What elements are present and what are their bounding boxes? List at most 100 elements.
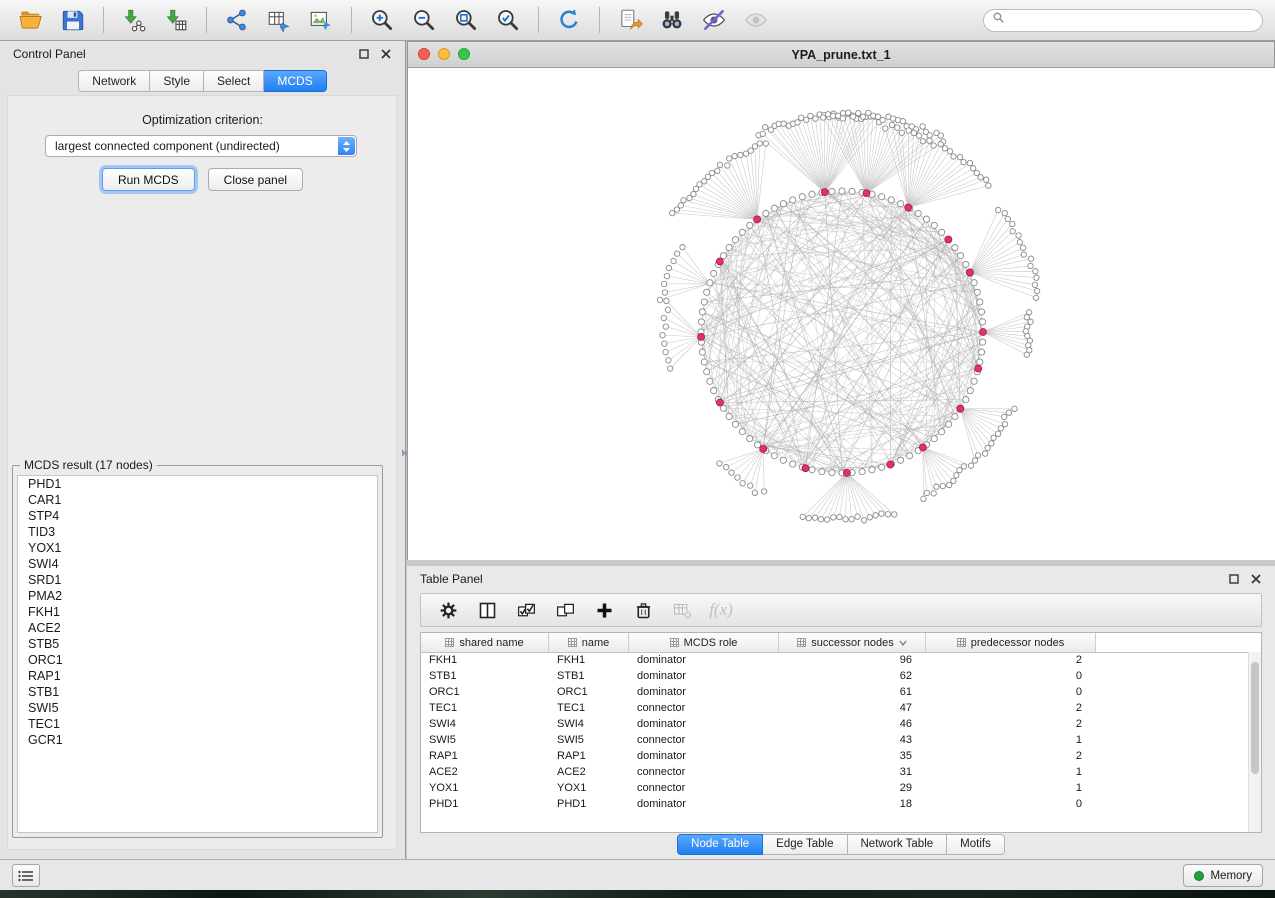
mcds-result-item[interactable]: STB5 <box>18 636 377 652</box>
table-scrollbar-thumb[interactable] <box>1251 662 1259 774</box>
table-row[interactable]: FKH1FKH1dominator962 <box>421 652 1248 668</box>
cell-predecessor-nodes: 1 <box>926 734 1096 746</box>
column-header-successor-nodes[interactable]: successor nodes <box>779 633 926 652</box>
column-label: MCDS role <box>684 637 738 649</box>
mcds-result-item[interactable]: TID3 <box>18 524 377 540</box>
import-table-icon[interactable] <box>157 4 195 36</box>
cell-mcds-role: dominator <box>629 798 779 810</box>
mcds-result-item[interactable]: SRD1 <box>18 572 377 588</box>
column-header-name[interactable]: name <box>549 633 629 652</box>
columns-icon[interactable] <box>472 596 502 624</box>
tab-motifs[interactable]: Motifs <box>947 834 1005 855</box>
find-binoculars-icon[interactable] <box>653 4 691 36</box>
tab-network[interactable]: Network <box>78 70 150 92</box>
cell-name: SWI4 <box>549 718 629 730</box>
table-row[interactable]: TEC1TEC1connector472 <box>421 700 1248 716</box>
cell-name: SWI5 <box>549 734 629 746</box>
search-input[interactable] <box>1010 12 1254 28</box>
table-row[interactable]: PHD1PHD1dominator180 <box>421 796 1248 812</box>
table-row[interactable]: STB1STB1dominator620 <box>421 668 1248 684</box>
refresh-icon[interactable] <box>550 4 588 36</box>
mcds-result-item[interactable]: STB1 <box>18 684 377 700</box>
mcds-result-item[interactable]: FKH1 <box>18 604 377 620</box>
table-row[interactable]: YOX1YOX1connector291 <box>421 780 1248 796</box>
hide-unselected-icon[interactable] <box>695 4 733 36</box>
optimization-dropdown[interactable]: largest connected component (undirected) <box>45 135 357 157</box>
close-table-panel-icon[interactable] <box>1250 573 1262 585</box>
mcds-result-item[interactable]: CAR1 <box>18 492 377 508</box>
import-network-icon[interactable] <box>115 4 153 36</box>
cell-predecessor-nodes: 2 <box>926 718 1096 730</box>
control-panel: Control Panel NetworkStyleSelectMCDS Opt… <box>0 41 406 860</box>
tab-style[interactable]: Style <box>150 70 204 92</box>
cell-mcds-role: connector <box>629 766 779 778</box>
minimize-window-button[interactable] <box>438 48 450 60</box>
mcds-result-item[interactable]: SWI4 <box>18 556 377 572</box>
mcds-result-item[interactable]: TEC1 <box>18 716 377 732</box>
float-table-panel-icon[interactable] <box>1228 573 1240 585</box>
cell-shared-name: YOX1 <box>421 782 549 794</box>
toolbar-icon-group <box>12 4 775 36</box>
zoom-in-icon[interactable] <box>363 4 401 36</box>
mcds-result-item[interactable]: STP4 <box>18 508 377 524</box>
zoom-window-button[interactable] <box>458 48 470 60</box>
tab-network-table[interactable]: Network Table <box>848 834 948 855</box>
panel-splitter-handle[interactable] <box>400 444 410 464</box>
cell-shared-name: RAP1 <box>421 750 549 762</box>
mcds-result-item[interactable]: SWI5 <box>18 700 377 716</box>
zoom-out-icon[interactable] <box>405 4 443 36</box>
deselect-all-icon[interactable] <box>550 596 580 624</box>
run-mcds-button[interactable]: Run MCDS <box>102 168 195 191</box>
export-image-icon[interactable] <box>302 4 340 36</box>
tab-edge-table[interactable]: Edge Table <box>763 834 847 855</box>
cell-successor-nodes: 47 <box>779 702 926 714</box>
zoom-selected-icon[interactable] <box>489 4 527 36</box>
application-window: Control Panel NetworkStyleSelectMCDS Opt… <box>0 0 1275 898</box>
delete-row-icon[interactable] <box>628 596 658 624</box>
tab-node-table[interactable]: Node Table <box>677 834 763 855</box>
table-row[interactable]: ACE2ACE2connector311 <box>421 764 1248 780</box>
export-table-icon[interactable] <box>260 4 298 36</box>
table-header-row: shared namename MCDS role successor nodesp… <box>421 633 1261 653</box>
column-header-mcds-role[interactable]: MCDS role <box>629 633 779 652</box>
tab-select[interactable]: Select <box>204 70 264 92</box>
mcds-result-item[interactable]: ORC1 <box>18 652 377 668</box>
mcds-result-item[interactable]: PHD1 <box>18 476 377 492</box>
tab-mcds[interactable]: MCDS <box>264 70 326 92</box>
open-file-icon[interactable] <box>12 4 50 36</box>
table-row[interactable]: SWI5SWI5connector431 <box>421 732 1248 748</box>
mcds-result-item[interactable]: YOX1 <box>18 540 377 556</box>
table-row[interactable]: SWI4SWI4dominator462 <box>421 716 1248 732</box>
select-all-icon[interactable] <box>511 596 541 624</box>
mcds-result-item[interactable]: GCR1 <box>18 732 377 748</box>
mcds-result-item[interactable]: ACE2 <box>18 620 377 636</box>
cell-predecessor-nodes: 2 <box>926 702 1096 714</box>
table-scrollbar[interactable] <box>1248 652 1261 832</box>
cell-successor-nodes: 29 <box>779 782 926 794</box>
close-panel-icon[interactable] <box>380 48 392 60</box>
mcds-result-group: MCDS result (17 nodes) PHD1CAR1STP4TID3Y… <box>12 465 383 838</box>
close-window-button[interactable] <box>418 48 430 60</box>
memory-button[interactable]: Memory <box>1183 864 1263 887</box>
mcds-result-item[interactable]: RAP1 <box>18 668 377 684</box>
cell-shared-name: STB1 <box>421 670 549 682</box>
column-header-predecessor-nodes[interactable]: predecessor nodes <box>926 633 1096 652</box>
search-box[interactable] <box>983 9 1263 32</box>
save-session-icon[interactable] <box>54 4 92 36</box>
export-network-icon[interactable] <box>218 4 256 36</box>
float-panel-icon[interactable] <box>358 48 370 60</box>
table-row[interactable]: RAP1RAP1dominator352 <box>421 748 1248 764</box>
cell-predecessor-nodes: 2 <box>926 750 1096 762</box>
control-panel-tabs: NetworkStyleSelectMCDS <box>0 70 405 92</box>
close-mcds-panel-button[interactable]: Close panel <box>208 168 303 191</box>
share-document-icon[interactable] <box>611 4 649 36</box>
cell-name: ACE2 <box>549 766 629 778</box>
network-canvas[interactable] <box>408 68 1275 560</box>
mcds-result-item[interactable]: PMA2 <box>18 588 377 604</box>
add-row-icon[interactable] <box>589 596 619 624</box>
zoom-fit-icon[interactable] <box>447 4 485 36</box>
table-row[interactable]: ORC1ORC1dominator610 <box>421 684 1248 700</box>
gear-icon[interactable] <box>433 596 463 624</box>
status-menu-button[interactable] <box>12 864 40 887</box>
column-header-shared-name[interactable]: shared name <box>421 633 549 652</box>
